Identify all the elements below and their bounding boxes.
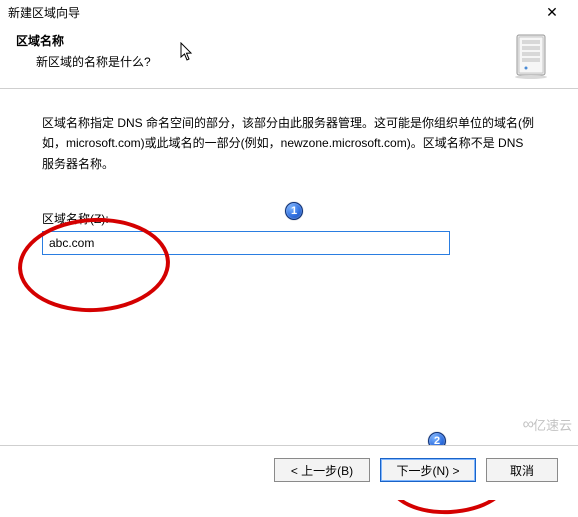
watermark-icon: ∞ <box>523 416 531 434</box>
close-button[interactable]: ✕ <box>532 2 572 22</box>
back-button[interactable]: < 上一步(B) <box>274 458 370 482</box>
title-bar: 新建区域向导 ✕ <box>0 0 578 24</box>
window-title: 新建区域向导 <box>8 4 80 21</box>
wizard-footer: < 上一步(B) 下一步(N) > 取消 <box>0 445 578 500</box>
close-icon: ✕ <box>546 4 558 21</box>
next-button[interactable]: 下一步(N) > <box>380 458 476 482</box>
watermark: ∞ 亿速云 <box>523 415 572 434</box>
wizard-header: 区域名称 新区域的名称是什么? <box>0 24 578 88</box>
header-text: 区域名称 新区域的名称是什么? <box>16 32 506 70</box>
watermark-text: 亿速云 <box>533 415 572 434</box>
header-subtitle: 新区域的名称是什么? <box>16 53 506 70</box>
wizard-body: 区域名称指定 DNS 命名空间的部分，该部分由此服务器管理。这可能是你组织单位的… <box>0 89 578 265</box>
zone-name-input[interactable] <box>42 231 450 255</box>
cursor-icon <box>180 42 194 62</box>
annotation-badge-1: 1 <box>285 202 303 220</box>
description-text: 区域名称指定 DNS 命名空间的部分，该部分由此服务器管理。这可能是你组织单位的… <box>42 113 536 174</box>
header-heading: 区域名称 <box>16 32 506 49</box>
cancel-button[interactable]: 取消 <box>486 458 558 482</box>
server-icon <box>506 32 560 80</box>
